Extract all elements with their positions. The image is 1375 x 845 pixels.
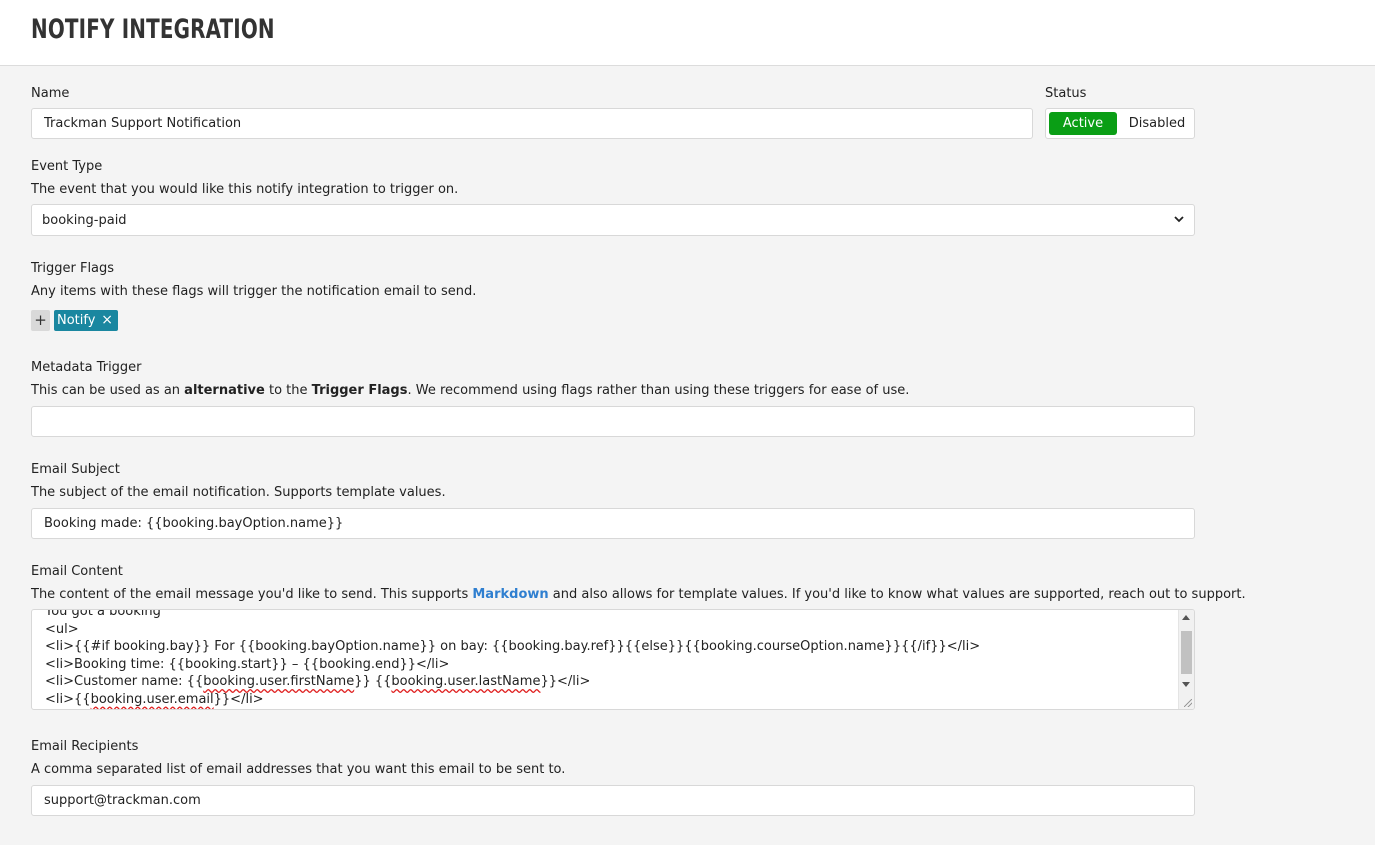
content-line: <li>{{#if booking.bay}} For {{booking.ba… xyxy=(45,639,981,654)
email-subject-help: The subject of the email notification. S… xyxy=(31,485,446,500)
content-line: <li>Booking time: {{booking.start}} – {{… xyxy=(45,656,450,672)
flag-chip-notify: Notify × xyxy=(54,310,118,331)
spellcheck-fragment: booking.user.lastName xyxy=(391,674,541,689)
email-recipients-help: A comma separated list of email addresse… xyxy=(31,762,566,777)
metadata-help-bold: alternative xyxy=(184,383,265,398)
page-title: NOTIFY INTEGRATION xyxy=(31,14,275,45)
status-active-button[interactable]: Active xyxy=(1049,112,1117,135)
flag-chip-label: Notify xyxy=(57,313,96,328)
email-content-help: The content of the email message you'd l… xyxy=(31,587,1246,602)
spellcheck-fragment: booking.user.firstName xyxy=(203,674,355,689)
content-line: <li>Customer name: {{booking.user.firstN… xyxy=(45,673,980,691)
content-fragment: }}</li> xyxy=(213,691,264,707)
email-recipients-label: Email Recipients xyxy=(31,739,139,754)
trigger-flags-label: Trigger Flags xyxy=(31,261,115,276)
metadata-help-text: . We recommend using flags rather than u… xyxy=(407,383,910,398)
event-type-help: The event that you would like this notif… xyxy=(31,182,459,197)
event-type-value: booking-paid xyxy=(42,213,127,228)
metadata-trigger-label: Metadata Trigger xyxy=(31,360,142,375)
email-content-text: You got a booking <ul> <li>{{#if booking.b… xyxy=(45,609,981,709)
content-line: <ul> xyxy=(45,621,79,637)
email-subject-input[interactable] xyxy=(31,508,1195,539)
spellcheck-fragment: booking.user.email xyxy=(90,691,214,707)
status-disabled-button[interactable]: Disabled xyxy=(1123,112,1191,135)
status-label: Status xyxy=(1045,86,1087,101)
content-fragment: <li>{{ xyxy=(45,691,91,707)
email-content-textarea[interactable]: You got a booking <ul> <li>{{#if booking.b… xyxy=(31,609,1195,710)
email-content-help-text: and also allows for template values. If … xyxy=(548,587,1246,602)
scroll-down-icon[interactable] xyxy=(1182,682,1190,687)
content-line: You got a booking xyxy=(45,609,161,619)
markdown-link[interactable]: Markdown xyxy=(472,587,548,602)
content-line: <li>{{booking.user.email}}</li> xyxy=(45,691,980,709)
content-fragment: }} {{ xyxy=(354,674,392,689)
event-type-label: Event Type xyxy=(31,159,103,174)
email-recipients-input[interactable] xyxy=(31,785,1195,816)
metadata-help-text: This can be used as an xyxy=(31,383,185,398)
textarea-scrollbar[interactable] xyxy=(1178,610,1194,709)
status-toggle: Active Disabled xyxy=(1045,108,1195,139)
resize-handle-icon[interactable] xyxy=(1184,699,1192,707)
metadata-trigger-input[interactable] xyxy=(31,406,1195,437)
scroll-up-icon[interactable] xyxy=(1182,615,1190,620)
email-content-label: Email Content xyxy=(31,564,123,579)
name-label: Name xyxy=(31,86,70,101)
chevron-down-icon xyxy=(1174,216,1184,223)
content-fragment: <li>Customer name: {{ xyxy=(45,674,204,689)
metadata-help-text: to the xyxy=(264,383,312,398)
metadata-help-bold: Trigger Flags xyxy=(311,383,408,398)
page-header: NOTIFY INTEGRATION xyxy=(0,0,1375,66)
name-input[interactable] xyxy=(31,108,1033,139)
email-content-help-text: The content of the email message you'd l… xyxy=(31,587,473,602)
email-subject-label: Email Subject xyxy=(31,462,120,477)
trigger-flags-help: Any items with these flags will trigger … xyxy=(31,284,477,299)
add-flag-button[interactable]: + xyxy=(31,310,50,331)
close-icon[interactable]: × xyxy=(101,312,113,328)
scroll-thumb[interactable] xyxy=(1181,631,1192,674)
metadata-trigger-help: This can be used as an alternative to th… xyxy=(31,383,909,398)
content-fragment: }}</li> xyxy=(540,674,591,689)
event-type-select[interactable]: booking-paid xyxy=(31,204,1195,236)
